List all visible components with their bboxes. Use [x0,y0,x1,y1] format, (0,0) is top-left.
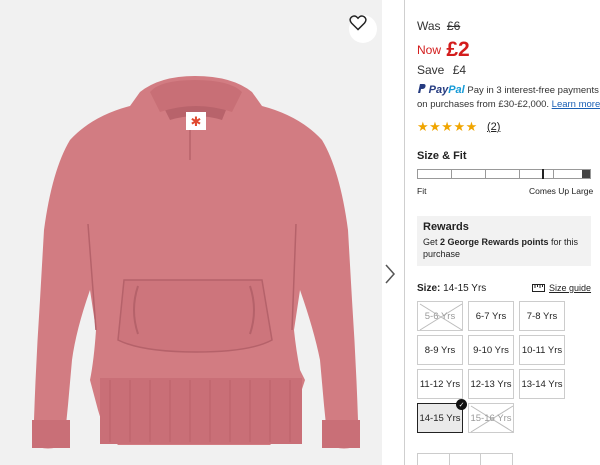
paypal-learn-more-link[interactable]: Learn more [552,99,600,110]
fit-right-label: Comes Up Large [529,186,594,196]
wishlist-button[interactable] [349,15,377,43]
product-info-panel: Was £6 Now £2 Save £4 PayPal Pay in 3 in… [404,0,600,465]
was-price-row: Was £6 [417,19,460,33]
size-option[interactable]: 14-15 Yrs ✓ [417,399,467,433]
paypal-line2: on purchases from £30-£2,000. [417,99,550,110]
fit-scale-end [582,170,590,178]
size-option[interactable]: 5-6 Yrs [417,301,463,331]
size-option-label: 14-15 Yrs [419,412,461,424]
size-option[interactable]: 13-14 Yrs [519,369,565,399]
paypal-icon [418,84,426,93]
heart-icon [349,15,367,31]
rewards-body: Get 2 George Rewards points for this pur… [423,237,579,259]
size-option-label: 10-11 Yrs [521,344,563,356]
paypal-line1: Pay in 3 interest-free payments [467,85,599,96]
save-amount: £4 [452,63,467,77]
size-option-label: 13-14 Yrs [521,378,563,390]
product-image: ✱ [0,0,382,465]
chevron-right-icon[interactable] [383,262,397,286]
paypal-logo: PayPal [428,84,465,96]
size-option-label: 6-7 Yrs [475,310,507,322]
size-option[interactable]: 7-8 Yrs [519,301,565,331]
ruler-icon [532,284,545,292]
paypal-message: PayPal Pay in 3 interest-free payments o… [417,83,600,112]
size-option-label: 15-16 Yrs [470,412,512,424]
size-selected-label: Size: 14-15 Yrs [417,283,487,294]
hoodie-illustration: ✱ [32,76,360,449]
was-price: £6 [446,19,461,33]
fit-scale [417,169,591,179]
now-label: Now [417,43,442,57]
size-fit-title: Size & Fit [417,150,467,162]
save-row: Save £4 [417,63,466,77]
save-label: Save [417,63,445,77]
fit-marker [542,169,544,179]
size-option[interactable]: 11-12 Yrs [417,369,463,399]
size-option[interactable]: 10-11 Yrs [519,335,565,365]
rewards-box: Rewards Get 2 George Rewards points for … [417,216,591,266]
size-option-label: 12-13 Yrs [470,378,512,390]
fit-left-label: Fit [417,186,427,196]
size-option-label: 5-6 Yrs [424,310,456,322]
now-price: £2 [446,38,470,61]
size-option-label: 8-9 Yrs [424,344,456,356]
size-option[interactable]: 8-9 Yrs [417,335,463,365]
size-option-label: 7-8 Yrs [526,310,558,322]
svg-text:✱: ✱ [191,115,202,130]
review-count-link[interactable]: (2) [487,121,500,133]
selected-size-value: 14-15 Yrs [443,283,487,294]
was-label: Was [417,19,441,33]
check-icon: ✓ [456,399,467,410]
size-option[interactable]: 6-7 Yrs [468,301,514,331]
rewards-title: Rewards [423,221,469,233]
size-option[interactable]: 12-13 Yrs [468,369,514,399]
rating-stars: ★★★★★ [417,119,478,134]
size-option-label: 11-12 Yrs [419,378,461,390]
size-option-label: 9-10 Yrs [473,344,509,356]
size-option[interactable]: 9-10 Yrs [468,335,514,365]
size-option[interactable]: 15-16 Yrs [468,403,514,433]
now-price-row: Now £2 [417,36,470,61]
size-guide-link[interactable]: Size guide [532,283,591,293]
quantity-stepper[interactable] [417,453,513,465]
